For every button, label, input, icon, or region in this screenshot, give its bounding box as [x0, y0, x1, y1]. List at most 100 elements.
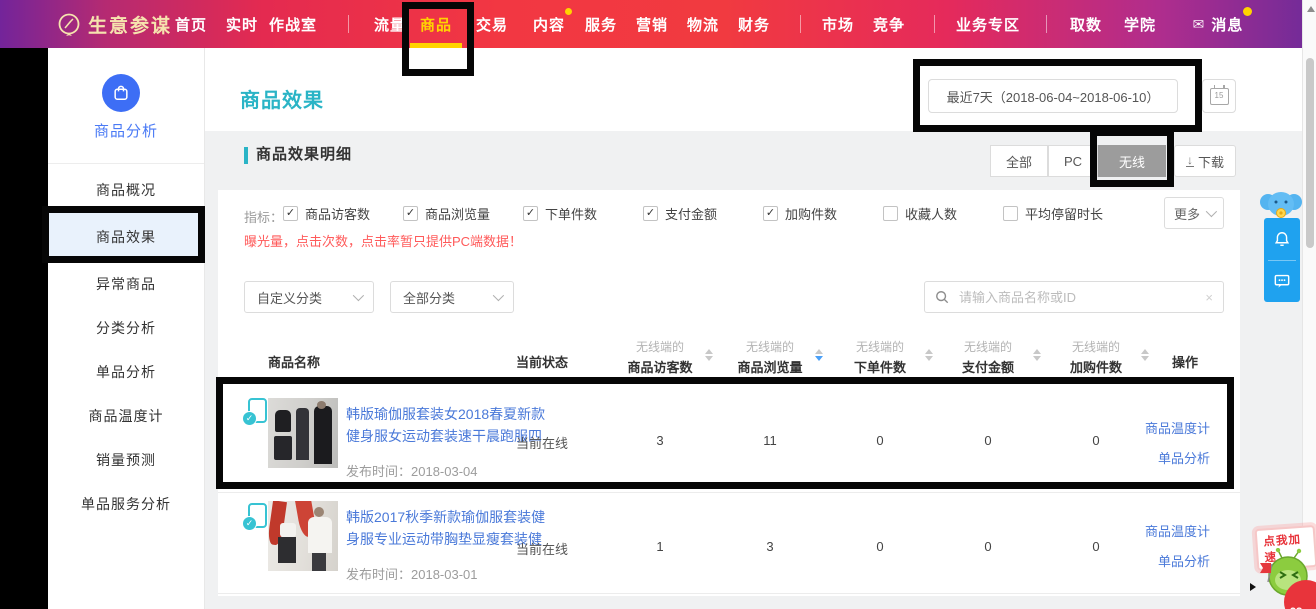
- nav-item-label: 消息: [1211, 14, 1243, 35]
- custom-category-select[interactable]: 自定义分类: [244, 281, 374, 313]
- select-value: 全部分类: [403, 288, 455, 307]
- nav-item-realtime[interactable]: 实时: [226, 0, 258, 48]
- sidebar-item-sales-forecast[interactable]: 销量预测: [48, 438, 204, 482]
- calendar-button[interactable]: 15: [1202, 79, 1236, 113]
- product-image[interactable]: [268, 398, 338, 468]
- download-button[interactable]: 下载: [1174, 145, 1236, 177]
- checkbox-icon[interactable]: [1003, 206, 1018, 221]
- nav-item-product[interactable]: 商品: [420, 0, 452, 48]
- nav-divider: [934, 15, 935, 33]
- checkbox-label: 支付金额: [665, 204, 717, 223]
- metric-checkbox-orders[interactable]: 下单件数: [523, 204, 597, 223]
- chat-button[interactable]: [1264, 260, 1300, 302]
- nav-item-home[interactable]: 首页: [175, 0, 207, 48]
- metric-checkbox-stay-time[interactable]: 平均停留时长: [1003, 204, 1103, 223]
- more-metrics-button[interactable]: 更多: [1164, 197, 1224, 229]
- scrollbar-track[interactable]: [1302, 0, 1316, 609]
- tab-pc[interactable]: PC: [1048, 145, 1098, 177]
- collapse-arrow-icon[interactable]: [1250, 583, 1256, 591]
- app-logo[interactable]: 生意参谋: [88, 0, 172, 48]
- sidebar-item-category-analysis[interactable]: 分类分析: [48, 306, 204, 350]
- nav-item-marketing[interactable]: 营销: [636, 0, 668, 48]
- toolbar-divider: [1268, 260, 1296, 261]
- sidebar-item-abnormal-products[interactable]: 异常商品: [48, 262, 204, 306]
- cell-visitors: 3: [620, 433, 700, 448]
- nav-item-finance[interactable]: 财务: [738, 0, 770, 48]
- tab-all[interactable]: 全部: [990, 145, 1048, 177]
- bell-icon: [1272, 229, 1292, 249]
- product-title-link[interactable]: 韩版瑜伽服套装女2018春夏新款: [346, 404, 545, 424]
- checkbox-icon[interactable]: [403, 206, 418, 221]
- mobile-check-icon: [248, 503, 267, 528]
- row-divider: [218, 492, 1240, 493]
- date-range-picker[interactable]: 最近7天（2018-06-04~2018-06-10）: [928, 79, 1178, 113]
- action-thermometer-link[interactable]: 商品温度计: [1120, 418, 1210, 437]
- col-header-cart: 无线端的 加购件数: [1041, 338, 1151, 376]
- chat-icon: [1272, 271, 1292, 291]
- notification-dot: [565, 8, 572, 15]
- nav-item-warroom[interactable]: 作战室: [269, 0, 317, 48]
- nav-item-academy[interactable]: 学院: [1124, 0, 1156, 48]
- checkbox-icon[interactable]: [643, 206, 658, 221]
- all-category-select[interactable]: 全部分类: [390, 281, 514, 313]
- col-prefix: 无线端的: [1041, 338, 1151, 355]
- checkbox-icon[interactable]: [883, 206, 898, 221]
- sidebar-item-product-thermometer[interactable]: 商品温度计: [48, 394, 204, 438]
- sort-desc-icon: [925, 356, 933, 361]
- product-title-link[interactable]: 健身服女运动套装速干晨跑服四: [346, 426, 542, 446]
- scroll-up-arrow[interactable]: [1307, 6, 1315, 12]
- nav-item-data[interactable]: 取数: [1070, 0, 1102, 48]
- sidebar-item-product-overview[interactable]: 商品概况: [48, 168, 204, 212]
- action-item-analysis-link[interactable]: 单品分析: [1120, 448, 1210, 467]
- clear-icon[interactable]: ×: [1205, 290, 1213, 305]
- product-title-link[interactable]: 身服专业运动带胸垫显瘦套装健: [346, 529, 542, 549]
- col-name: 商品访客数: [605, 357, 715, 376]
- scrollbar-thumb[interactable]: [1306, 58, 1314, 248]
- sort-control[interactable]: [705, 349, 713, 361]
- nav-item-traffic[interactable]: 流量: [374, 0, 406, 48]
- checkbox-label: 商品浏览量: [425, 204, 490, 223]
- section-title: 商品效果明细: [256, 143, 352, 164]
- checkbox-icon[interactable]: [523, 206, 538, 221]
- product-image[interactable]: [268, 501, 338, 571]
- action-thermometer-link[interactable]: 商品温度计: [1120, 521, 1210, 540]
- nav-item-logistics[interactable]: 物流: [687, 0, 719, 48]
- cell-orders: 0: [840, 539, 920, 554]
- search-input[interactable]: [957, 289, 1197, 306]
- nav-divider: [348, 15, 349, 33]
- nav-item-market[interactable]: 市场: [822, 0, 854, 48]
- nav-item-service[interactable]: 服务: [585, 0, 617, 48]
- metric-checkbox-cart[interactable]: 加购件数: [763, 204, 837, 223]
- top-navbar: 生意参谋 首页 实时 作战室 流量 商品 交易 内容 服务 营销 物流 财务 市…: [0, 0, 1316, 48]
- product-title-link[interactable]: 韩版2017秋季新款瑜伽服套装健: [346, 507, 545, 527]
- cell-visitors: 1: [620, 539, 700, 554]
- metric-checkbox-views[interactable]: 商品浏览量: [403, 204, 490, 223]
- chevron-down-icon: [353, 290, 364, 301]
- nav-item-bizzone[interactable]: 业务专区: [956, 0, 1020, 48]
- sort-desc-icon: [1141, 356, 1149, 361]
- nav-item-trade[interactable]: 交易: [476, 0, 508, 48]
- checkbox-icon[interactable]: [763, 206, 778, 221]
- sort-control[interactable]: [815, 349, 823, 361]
- nav-item-content[interactable]: 内容: [533, 0, 565, 48]
- sidebar-item-item-service-analysis[interactable]: 单品服务分析: [48, 482, 204, 526]
- nav-item-messages[interactable]: ✉ 消息: [1193, 0, 1244, 48]
- sidebar-item-product-effect[interactable]: 商品效果: [48, 212, 204, 262]
- metric-checkbox-favorites[interactable]: 收藏人数: [883, 204, 957, 223]
- action-item-analysis-link[interactable]: 单品分析: [1120, 551, 1210, 570]
- cell-payment: 0: [948, 433, 1028, 448]
- metric-checkbox-visitors[interactable]: 商品访客数: [283, 204, 370, 223]
- sort-control[interactable]: [925, 349, 933, 361]
- sort-control[interactable]: [1141, 349, 1149, 361]
- tab-wireless[interactable]: 无线: [1098, 145, 1166, 177]
- sidebar-item-item-analysis[interactable]: 单品分析: [48, 350, 204, 394]
- col-prefix: 无线端的: [825, 338, 935, 355]
- bell-button[interactable]: [1264, 218, 1300, 260]
- page-title: 商品效果: [240, 84, 324, 113]
- checkbox-icon[interactable]: [283, 206, 298, 221]
- sort-desc-icon: [815, 356, 823, 361]
- sort-control[interactable]: [1033, 349, 1041, 361]
- metric-checkbox-payment[interactable]: 支付金额: [643, 204, 717, 223]
- sort-asc-icon: [925, 349, 933, 354]
- nav-item-compete[interactable]: 竞争: [873, 0, 905, 48]
